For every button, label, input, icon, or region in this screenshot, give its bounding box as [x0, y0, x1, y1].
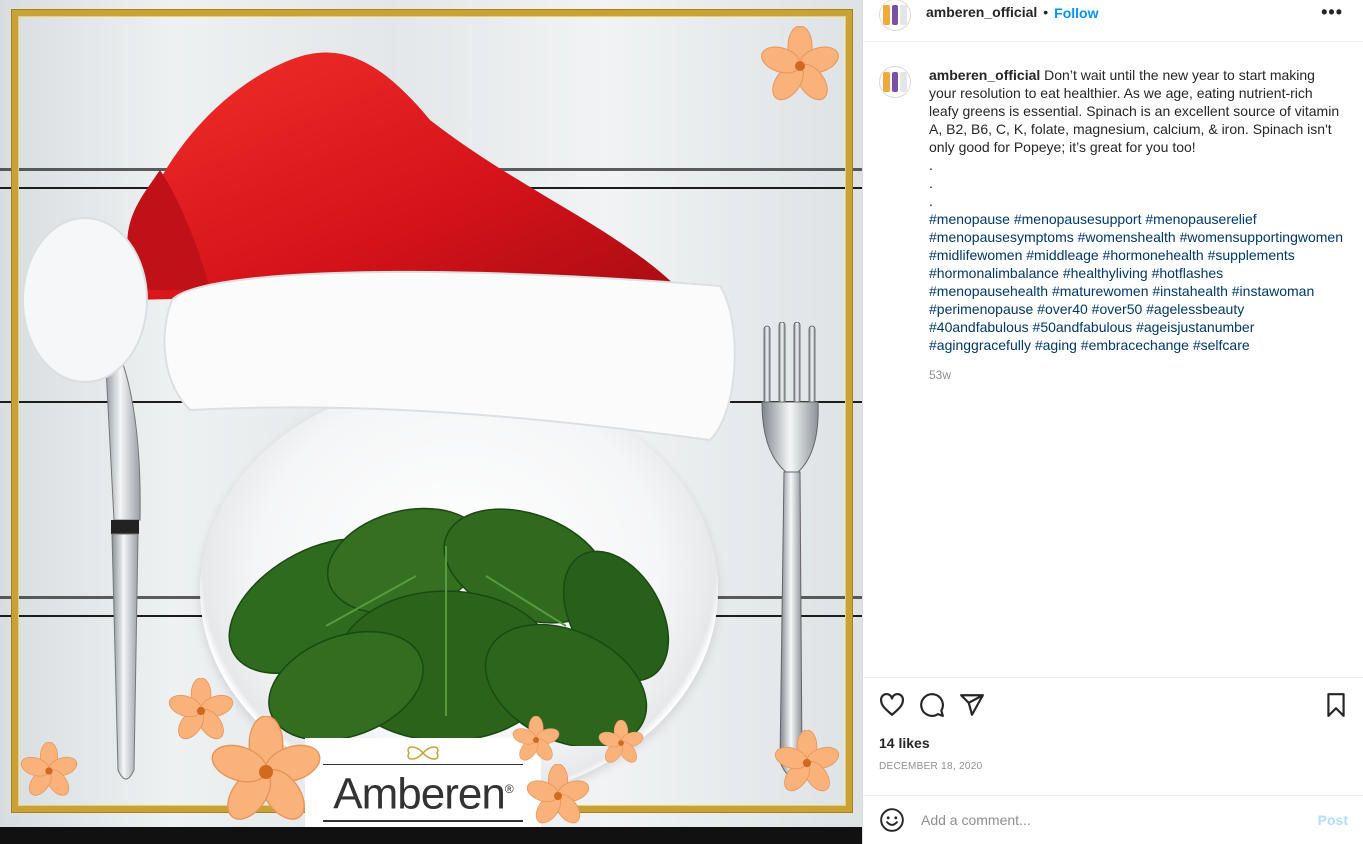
separator-dot: •	[1043, 3, 1049, 20]
follow-button[interactable]: Follow	[1054, 5, 1098, 21]
amberen-logo: Amberen®	[305, 738, 541, 827]
logo-text: Amberen®	[333, 769, 513, 819]
hashtags[interactable]: #menopause #menopausesupport #menopauser…	[929, 210, 1343, 354]
caption-dot: .	[929, 193, 933, 209]
likes-count[interactable]: 14 likes	[879, 735, 930, 751]
time-ago[interactable]: 53w	[929, 366, 1343, 384]
flower-decoration	[774, 730, 840, 792]
avatar-image	[883, 72, 908, 92]
avatar[interactable]	[879, 0, 911, 31]
caption-dot: .	[929, 157, 933, 173]
logo-rule	[323, 820, 523, 823]
username-link[interactable]: amberen_official	[926, 4, 1037, 20]
butterfly-icon	[407, 745, 439, 760]
bookmark-icon[interactable]	[1323, 692, 1349, 718]
share-icon[interactable]	[959, 692, 985, 718]
flower-decoration	[512, 716, 560, 761]
post-header: amberen_official • Follow •••	[863, 0, 1363, 42]
flower-decoration	[20, 742, 78, 796]
comment-icon[interactable]	[919, 692, 945, 718]
caption: amberen_official Don’t wait until the ne…	[879, 66, 1349, 384]
caption-body: amberen_official Don’t wait until the ne…	[929, 66, 1343, 384]
background-strip	[0, 827, 862, 844]
avatar[interactable]	[879, 66, 911, 98]
logo-rule	[323, 763, 523, 765]
action-section: 14 likes DECEMBER 18, 2020	[863, 677, 1363, 795]
action-bar	[879, 692, 1349, 718]
post-button[interactable]: Post	[1318, 812, 1348, 828]
post-date[interactable]: DECEMBER 18, 2020	[879, 761, 982, 772]
post-panel: amberen_official • Follow ••• amberen_of…	[862, 0, 1363, 844]
comment-bar: Post	[863, 795, 1363, 844]
flower-decoration	[761, 26, 839, 101]
gold-frame	[12, 10, 852, 812]
caption-dot: .	[929, 175, 933, 191]
caption-username[interactable]: amberen_official	[929, 67, 1040, 83]
flower-decoration	[598, 720, 644, 763]
flower-decoration	[211, 716, 321, 820]
more-options-icon[interactable]: •••	[1321, 2, 1343, 23]
smile-icon[interactable]	[879, 807, 905, 833]
flower-decoration	[526, 764, 590, 824]
post-image[interactable]: Amberen®	[0, 0, 862, 827]
comment-input[interactable]	[921, 812, 1318, 828]
avatar-image	[883, 4, 908, 25]
heart-icon[interactable]	[879, 692, 905, 718]
